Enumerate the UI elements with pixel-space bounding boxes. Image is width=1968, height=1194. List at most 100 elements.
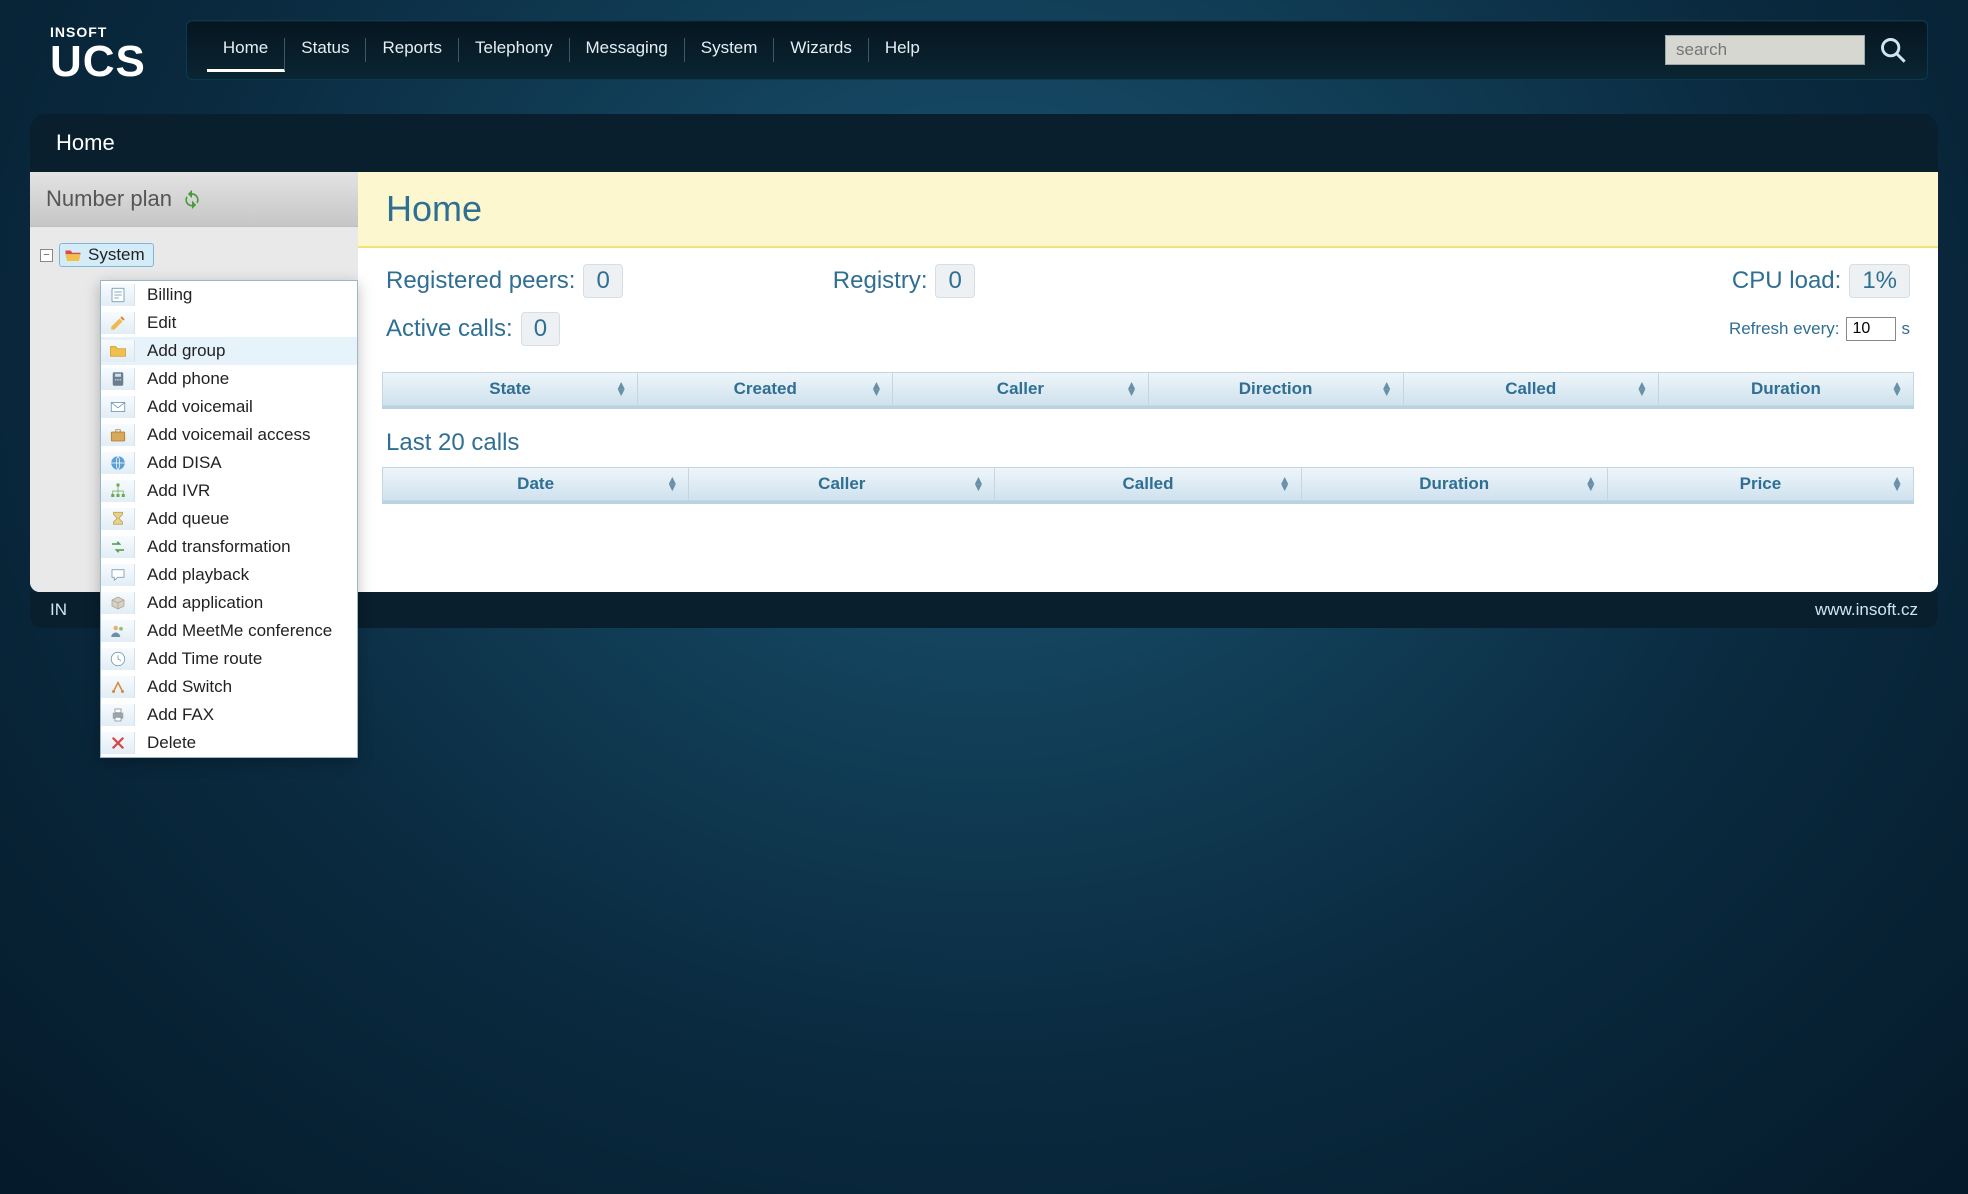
tree-node-label: System (88, 245, 145, 265)
billing-icon (101, 284, 135, 306)
sort-icon: ▲▼ (1891, 382, 1903, 396)
refresh-icon[interactable] (182, 189, 202, 209)
content: Number plan − System BillingEditAdd grou… (30, 172, 1938, 592)
footer-link[interactable]: www.insoft.cz (1815, 600, 1918, 620)
menu-item-delete[interactable]: Delete (101, 729, 357, 757)
menu-item-add-group[interactable]: Add group (101, 337, 357, 365)
menu-item-label: Add application (147, 593, 263, 613)
column-caller[interactable]: Caller▲▼ (689, 467, 995, 501)
column-state[interactable]: State▲▼ (382, 372, 638, 406)
edit-icon (101, 312, 135, 334)
registered-peers-value: 0 (583, 264, 622, 298)
stats-row-1: Registered peers: 0 Registry: 0 CPU load… (386, 264, 1910, 298)
menu-item-add-ivr[interactable]: Add IVR (101, 477, 357, 505)
registry-value: 0 (935, 264, 974, 298)
column-direction[interactable]: Direction▲▼ (1149, 372, 1404, 406)
menu-item-label: Add transformation (147, 537, 291, 557)
page-title-band: Home (358, 172, 1938, 248)
tree-root-row: − System (40, 243, 348, 267)
menu-item-add-phone[interactable]: Add phone (101, 365, 357, 393)
menu-item-edit[interactable]: Edit (101, 309, 357, 337)
refresh-label: Refresh every: (1729, 319, 1840, 339)
tree: − System (30, 227, 358, 283)
column-duration[interactable]: Duration▲▼ (1302, 467, 1608, 501)
sort-icon: ▲▼ (973, 477, 985, 491)
phone-icon (101, 368, 135, 390)
sort-icon: ▲▼ (1126, 382, 1138, 396)
column-caller[interactable]: Caller ▲▼ (893, 372, 1148, 406)
nav-status[interactable]: Status (285, 38, 366, 61)
menu-item-add-time-route[interactable]: Add Time route (101, 645, 357, 673)
tree-collapse-icon[interactable]: − (40, 249, 53, 262)
active-calls-header: State▲▼Created▲▼Caller▲▼Direction▲▼Calle… (382, 372, 1914, 409)
menu-item-add-transformation[interactable]: Add transformation (101, 533, 357, 561)
tree-icon (101, 480, 135, 502)
menu-item-label: Billing (147, 285, 192, 305)
sort-icon: ▲▼ (1381, 382, 1393, 396)
column-called[interactable]: Called▲▼ (995, 467, 1301, 501)
folder-open-icon (64, 247, 82, 263)
last-calls-title: Last 20 calls (386, 429, 1910, 457)
menu-item-label: Add group (147, 341, 225, 361)
sidebar: Number plan − System BillingEditAdd grou… (30, 172, 358, 592)
search-icon[interactable] (1879, 36, 1907, 64)
column-price[interactable]: Price▲▼ (1608, 467, 1914, 501)
main-nav: HomeStatusReportsTelephonyMessagingSyste… (207, 38, 936, 61)
topbar: HomeStatusReportsTelephonyMessagingSyste… (186, 20, 1928, 80)
breadcrumb-text: Home (56, 130, 115, 155)
search-input[interactable] (1665, 35, 1865, 65)
menu-item-add-application[interactable]: Add application (101, 589, 357, 617)
nav-home[interactable]: Home (207, 38, 285, 71)
active-calls-grid: State▲▼Created▲▼Caller▲▼Direction▲▼Calle… (382, 372, 1914, 409)
stats-row-2: Active calls: 0 Refresh every: s (386, 312, 1910, 346)
menu-item-add-switch[interactable]: Add Switch (101, 673, 357, 701)
printer-icon (101, 704, 135, 726)
registered-peers-label: Registered peers: (386, 267, 575, 295)
switch-icon (101, 676, 135, 698)
menu-item-add-disa[interactable]: Add DISA (101, 449, 357, 477)
breadcrumb: Home (30, 114, 1938, 172)
menu-item-label: Delete (147, 733, 196, 753)
menu-item-label: Add DISA (147, 453, 222, 473)
menu-item-add-voicemail[interactable]: Add voicemail (101, 393, 357, 421)
menu-item-label: Add MeetMe conference (147, 621, 332, 641)
sort-icon: ▲▼ (1891, 477, 1903, 491)
menu-item-add-queue[interactable]: Add queue (101, 505, 357, 533)
tree-node-system[interactable]: System (59, 243, 154, 267)
menu-item-label: Add IVR (147, 481, 210, 501)
bubble-icon (101, 564, 135, 586)
menu-item-label: Add Time route (147, 649, 262, 669)
column-label: Created (734, 379, 797, 399)
hourglass-icon (101, 508, 135, 530)
menu-item-add-playback[interactable]: Add playback (101, 561, 357, 589)
nav-messaging[interactable]: Messaging (570, 38, 685, 61)
menu-item-add-meetme-conference[interactable]: Add MeetMe conference (101, 617, 357, 645)
header: INSOFT UCS HomeStatusReportsTelephonyMes… (0, 0, 1968, 84)
column-duration[interactable]: Duration▲▼ (1659, 372, 1914, 406)
menu-item-add-voicemail-access[interactable]: Add voicemail access (101, 421, 357, 449)
refresh-input[interactable] (1846, 317, 1896, 341)
nav-system[interactable]: System (685, 38, 775, 61)
column-called[interactable]: Called▲▼ (1404, 372, 1659, 406)
nav-telephony[interactable]: Telephony (459, 38, 570, 61)
nav-help[interactable]: Help (869, 38, 936, 61)
page-title: Home (386, 188, 1910, 230)
column-label: Caller (997, 379, 1044, 399)
column-date[interactable]: Date▲▼ (382, 467, 689, 501)
context-menu: BillingEditAdd groupAdd phoneAdd voicema… (100, 280, 358, 758)
sort-icon: ▲▼ (1279, 477, 1291, 491)
last-calls-header: Date▲▼Caller▲▼Called▲▼Duration▲▼Price▲▼ (382, 467, 1914, 504)
nav-wizards[interactable]: Wizards (774, 38, 868, 61)
main-panel: Home Registered peers: 0 Registry: 0 CPU… (358, 172, 1938, 592)
column-created[interactable]: Created▲▼ (638, 372, 893, 406)
clock-icon (101, 648, 135, 670)
column-label: Duration (1419, 474, 1489, 494)
users-icon (101, 620, 135, 642)
active-calls-label: Active calls: (386, 315, 513, 343)
menu-item-add-fax[interactable]: Add FAX (101, 701, 357, 729)
folder-add-icon (101, 340, 135, 362)
nav-reports[interactable]: Reports (366, 38, 459, 61)
footer-left: IN (50, 600, 67, 620)
registry-label: Registry: (833, 267, 928, 295)
menu-item-billing[interactable]: Billing (101, 281, 357, 309)
